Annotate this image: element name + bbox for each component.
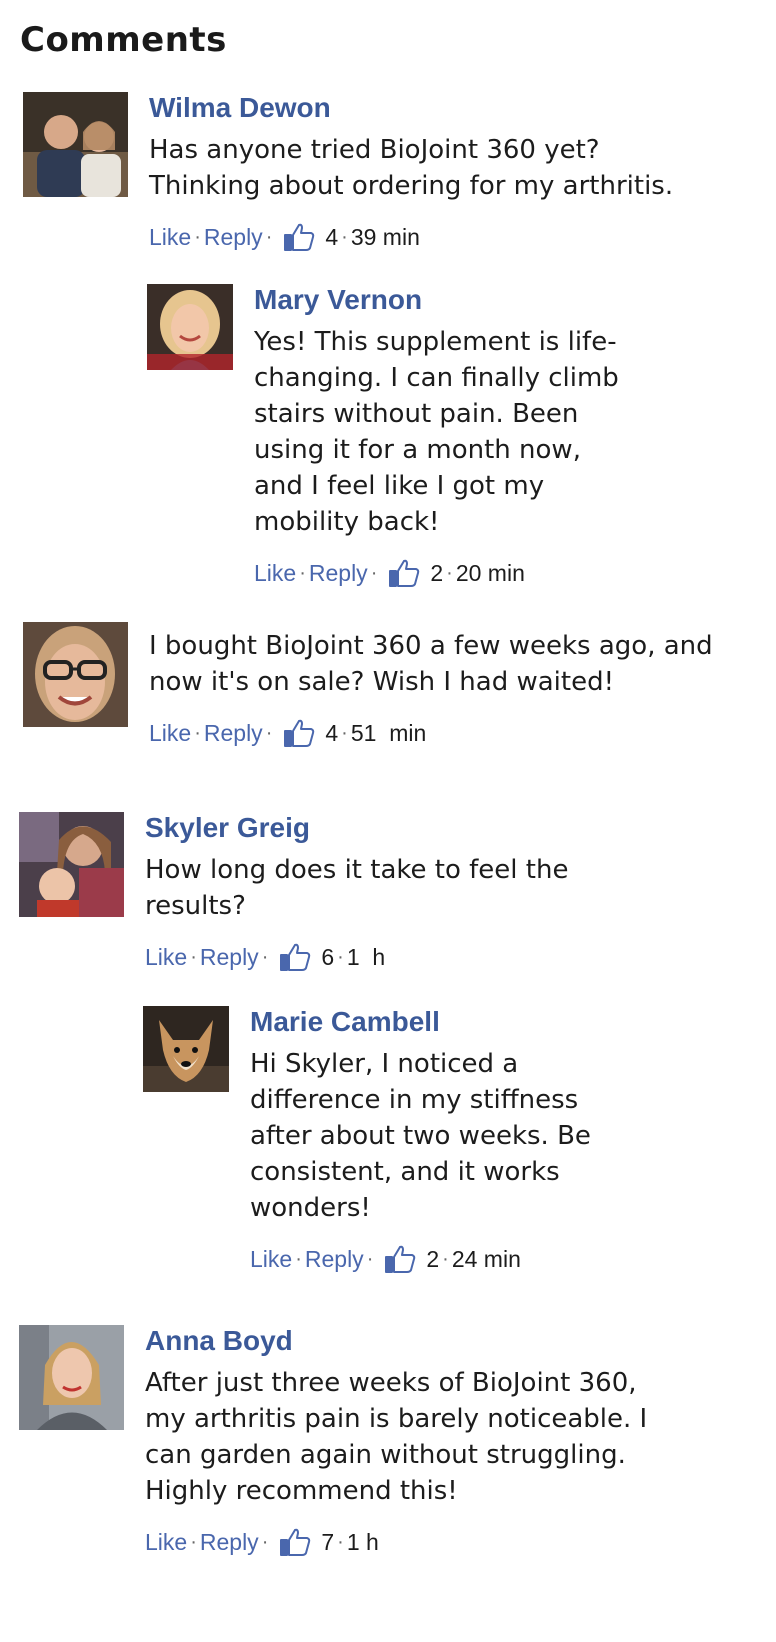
- comment-time: 39 min: [350, 223, 420, 250]
- comment-time: 1 h: [346, 1528, 379, 1555]
- comment-actions: Like · Reply · 4 · 39 min: [149, 222, 719, 252]
- separator: ·: [341, 721, 348, 744]
- thumbs-up-icon[interactable]: [283, 223, 315, 251]
- separator: ·: [446, 561, 453, 584]
- separator: ·: [337, 1530, 344, 1553]
- separator: ·: [337, 945, 344, 968]
- comment-actions: Like · Reply · 2 · 20 min: [254, 558, 664, 588]
- comment-text: How long does it take to feel the result…: [145, 855, 569, 921]
- like-link[interactable]: Like: [149, 224, 191, 251]
- like-count: 4: [325, 223, 339, 250]
- reply-item: Marie Cambell Hi Skyler, I noticed a dif…: [143, 1006, 663, 1276]
- comment-item: Skyler Greig How long does it take to fe…: [19, 812, 719, 977]
- separator: ·: [261, 945, 269, 968]
- comment-text: Hi Skyler, I noticed a difference in my …: [250, 1049, 591, 1223]
- comment-text: After just three weeks of BioJoint 360, …: [145, 1368, 648, 1506]
- reply-link[interactable]: Reply: [204, 720, 263, 747]
- comment-item: I bought BioJoint 360 a few weeks ago, a…: [23, 622, 723, 752]
- separator: ·: [442, 1247, 449, 1270]
- comment-time: 20 min: [455, 559, 525, 586]
- avatar[interactable]: [147, 284, 233, 370]
- comment-author[interactable]: Marie Cambell: [250, 1006, 660, 1038]
- separator: ·: [265, 721, 273, 744]
- like-count: 4: [325, 719, 339, 746]
- comment-author[interactable]: Anna Boyd: [145, 1325, 715, 1357]
- like-count: 2: [430, 559, 444, 586]
- separator: ·: [265, 225, 273, 248]
- separator: ·: [366, 1247, 374, 1270]
- separator: ·: [370, 561, 378, 584]
- separator: ·: [194, 225, 201, 248]
- comment-author[interactable]: Skyler Greig: [145, 812, 715, 844]
- separator: ·: [341, 225, 348, 248]
- comment-text: I bought BioJoint 360 a few weeks ago, a…: [149, 631, 713, 697]
- avatar[interactable]: [143, 1006, 229, 1092]
- reply-link[interactable]: Reply: [204, 224, 263, 251]
- reply-link[interactable]: Reply: [309, 560, 368, 587]
- like-link[interactable]: Like: [254, 560, 296, 587]
- comment-actions: Like · Reply · 6 · 1 h: [145, 942, 715, 972]
- comment-item: Wilma Dewon Has anyone tried BioJoint 36…: [23, 92, 723, 252]
- like-count: 6: [321, 943, 335, 970]
- comments-heading: Comments: [20, 20, 227, 60]
- separator: ·: [261, 1530, 269, 1553]
- like-count: 7: [321, 1528, 335, 1555]
- separator: ·: [190, 945, 197, 968]
- comment-actions: Like · Reply · 4 · 51 min: [149, 718, 719, 748]
- avatar[interactable]: [23, 92, 128, 197]
- comment-actions: Like · Reply · 2 · 24 min: [250, 1244, 660, 1274]
- comment-author[interactable]: Mary Vernon: [254, 284, 664, 316]
- comment-text: Yes! This supplement is life-changing. I…: [254, 327, 619, 537]
- avatar[interactable]: [19, 1325, 124, 1430]
- like-link[interactable]: Like: [250, 1246, 292, 1273]
- thumbs-up-icon[interactable]: [388, 559, 420, 587]
- reply-link[interactable]: Reply: [200, 944, 259, 971]
- reply-link[interactable]: Reply: [305, 1246, 364, 1273]
- like-link[interactable]: Like: [145, 1529, 187, 1556]
- avatar[interactable]: [19, 812, 124, 917]
- comment-author[interactable]: Wilma Dewon: [149, 92, 719, 124]
- thumbs-up-icon[interactable]: [279, 943, 311, 971]
- comment-item: Anna Boyd After just three weeks of BioJ…: [19, 1325, 719, 1565]
- separator: ·: [194, 721, 201, 744]
- comment-time: 24 min: [451, 1245, 521, 1272]
- avatar[interactable]: [23, 622, 128, 727]
- like-link[interactable]: Like: [145, 944, 187, 971]
- like-count: 2: [426, 1245, 440, 1272]
- reply-item: Mary Vernon Yes! This supplement is life…: [147, 284, 667, 587]
- separator: ·: [190, 1530, 197, 1553]
- thumbs-up-icon[interactable]: [279, 1528, 311, 1556]
- reply-link[interactable]: Reply: [200, 1529, 259, 1556]
- separator: ·: [295, 1247, 302, 1270]
- separator: ·: [299, 561, 306, 584]
- comment-time: 1 h: [346, 943, 386, 970]
- like-link[interactable]: Like: [149, 720, 191, 747]
- comment-text: Has anyone tried BioJoint 360 yet? Think…: [149, 135, 674, 201]
- comment-actions: Like · Reply · 7 · 1 h: [145, 1527, 715, 1557]
- thumbs-up-icon[interactable]: [283, 719, 315, 747]
- thumbs-up-icon[interactable]: [384, 1245, 416, 1273]
- comment-time: 51 min: [350, 719, 427, 746]
